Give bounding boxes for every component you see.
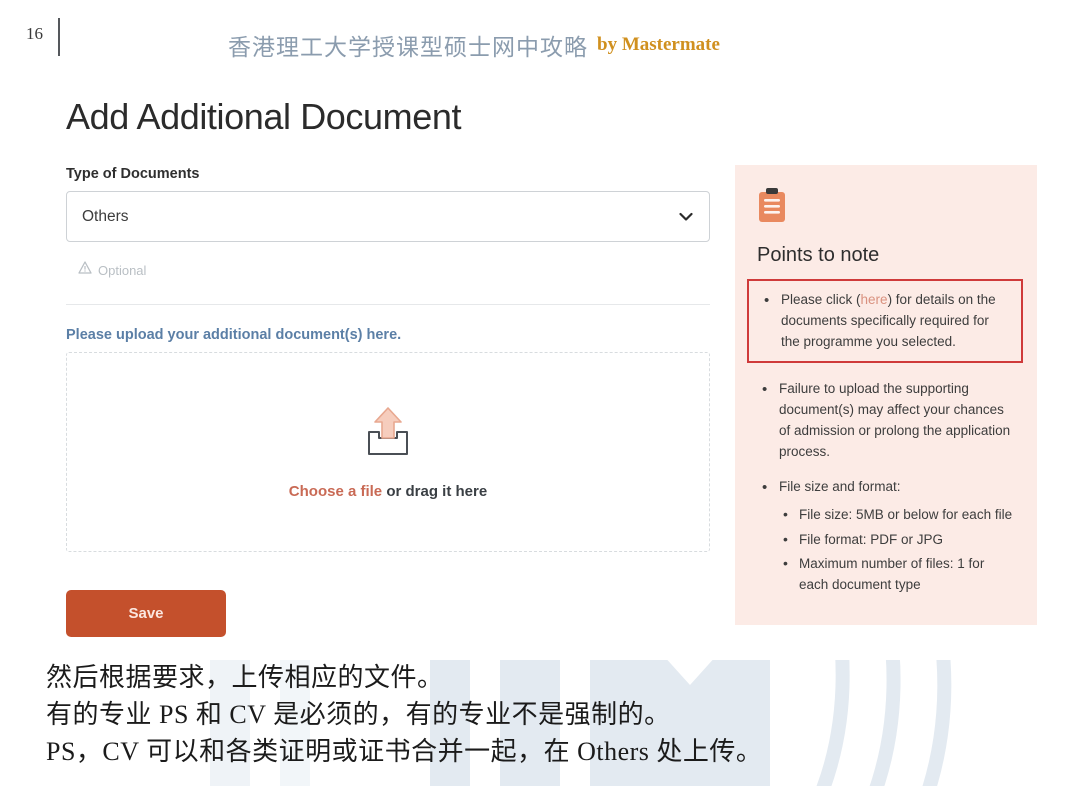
page-number: 16 <box>26 24 43 43</box>
slide-caption: 然后根据要求，上传相应的文件。 有的专业 PS 和 CV 是必须的，有的专业不是… <box>46 660 762 771</box>
upload-instruction: Please upload your additional document(s… <box>66 327 402 343</box>
page-title: Add Additional Document <box>66 96 462 137</box>
sub-note-item: File size: 5MB or below for each file <box>779 504 1017 526</box>
optional-text: Optional <box>98 262 147 278</box>
note-list: Failure to upload the supporting documen… <box>757 378 1017 595</box>
type-of-documents-select[interactable]: Others <box>66 191 710 242</box>
note-item-highlighted: Please click (here) for details on the d… <box>759 289 1011 352</box>
sub-note-item: File format: PDF or JPG <box>779 529 1017 551</box>
type-of-documents-value: Others <box>82 207 129 225</box>
chevron-down-icon[interactable] <box>679 212 693 221</box>
page-number-divider <box>58 18 60 56</box>
caption-line-1: 然后根据要求，上传相应的文件。 <box>46 663 444 692</box>
caption-line-2: 有的专业 PS 和 CV 是必须的，有的专业不是强制的。 <box>46 699 671 729</box>
optional-hint: Optional <box>66 261 710 279</box>
form-divider <box>66 304 710 305</box>
header-title-byline: by Mastermate <box>597 34 720 55</box>
dropzone-caption: Choose a file or drag it here <box>289 483 487 500</box>
save-button[interactable]: Save <box>66 590 226 637</box>
note-item-label: File size and format: <box>779 479 901 495</box>
application-screenshot: Add Additional Document Type of Document… <box>0 70 1080 660</box>
sub-note-list: File size: 5MB or below for each file Fi… <box>779 504 1017 595</box>
header-title: 香港理工大学授课型硕士网中攻略 by Mastermate <box>228 28 720 62</box>
document-form: Type of Documents Others Optional Please… <box>66 166 710 637</box>
note-text-before-link: Please click ( <box>781 292 861 307</box>
points-to-note-panel: Points to note Please click (here) for d… <box>735 165 1037 625</box>
drag-it-here-text: or drag it here <box>382 483 488 500</box>
caption-line-3: PS，CV 可以和各类证明或证书合并一起，在 Others 处上传。 <box>46 736 763 766</box>
note-item: Failure to upload the supporting documen… <box>757 378 1017 462</box>
slide-header: 16 香港理工大学授课型硕士网中攻略 by Mastermate <box>0 0 1080 70</box>
file-dropzone[interactable]: Choose a file or drag it here <box>66 352 710 552</box>
type-of-documents-label: Type of Documents <box>66 166 200 182</box>
warning-triangle-icon <box>78 261 92 279</box>
choose-a-file-link[interactable]: Choose a file <box>289 483 382 500</box>
upload-tray-icon <box>359 404 417 467</box>
highlighted-note-box: Please click (here) for details on the d… <box>747 279 1023 364</box>
sub-note-item: Maximum number of files: 1 for each docu… <box>779 553 1017 595</box>
header-title-chinese: 香港理工大学授课型硕士网中攻略 <box>228 35 588 60</box>
clipboard-icon <box>757 188 787 227</box>
here-link[interactable]: here <box>861 292 888 307</box>
points-to-note-heading: Points to note <box>757 244 880 266</box>
note-item: File size and format: File size: 5MB or … <box>757 476 1017 595</box>
